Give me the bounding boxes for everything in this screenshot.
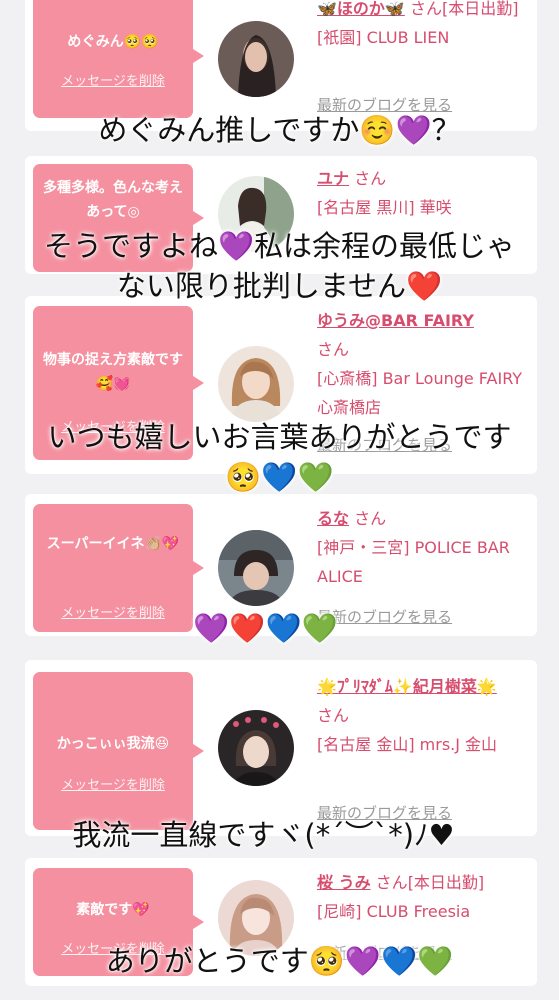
message-text: 物事の捉え方素敵です🥰💓	[43, 352, 183, 392]
latest-blog-link[interactable]: 最新のブログを見る	[317, 94, 452, 115]
message-text: 多種多様。色んな考えあって◎	[43, 180, 183, 220]
message-bubble: めぐみん🥺🥺 メッセージを削除	[33, 0, 204, 118]
avatar[interactable]	[218, 346, 294, 422]
cast-info: ゆうみ@BAR FAIRY さん [心斎橋] Bar Lounge FAIRY …	[317, 306, 531, 422]
cast-honorific: さん	[375, 873, 408, 892]
cast-info: 🌟ﾌﾟﾘﾏﾀﾞﾑ✨紀月樹菜🌟 さん [名古屋 金山] mrs.J 金山	[317, 672, 531, 759]
overlay-caption: 我流一直線ですヾ(*´︶`*)ﾉ♥	[72, 818, 455, 852]
cast-status: [本日出勤]	[407, 873, 485, 892]
cast-status: [本日出勤]	[441, 0, 519, 18]
cast-honorific: さん	[354, 509, 387, 528]
cast-info: るな さん [神戸・三宮] POLICE BAR ALICE	[317, 504, 531, 591]
cast-name[interactable]: ユナ	[317, 169, 349, 188]
message-text: スーパーイイネ👏🏼💖	[46, 536, 180, 552]
cast-info: ユナ さん [名古屋 黒川] 華咲	[317, 164, 531, 222]
cast-location: [名古屋 金山] mrs.J 金山	[317, 735, 498, 754]
cast-info: 🦋ほのか🦋 さん[本日出勤] [祇園] CLUB LIEN	[317, 0, 531, 52]
overlay-caption: 🥺💙💚	[225, 460, 334, 494]
overlay-caption: 💜❤️💙💚	[193, 611, 338, 645]
cast-location: [祇園] CLUB LIEN	[317, 28, 450, 47]
message-text: 素敵です💖	[76, 902, 150, 918]
cast-info: 桜 うみ さん[本日出勤] [尼崎] CLUB Freesia	[317, 868, 531, 926]
cast-name[interactable]: るな	[317, 509, 349, 528]
overlay-caption: ありがとうです🥺💜💙💚	[105, 944, 454, 978]
overlay-caption: ない限り批判しません❤️	[116, 269, 443, 303]
avatar[interactable]	[218, 530, 294, 606]
cast-name[interactable]: 桜 うみ	[317, 873, 371, 892]
cast-location: [尼崎] CLUB Freesia	[317, 902, 471, 921]
overlay-caption: いつも嬉しいお言葉ありがとうです	[47, 420, 512, 454]
delete-message-link[interactable]: メッセージを削除	[33, 774, 193, 793]
cast-name[interactable]: 🦋ほのか🦋	[317, 0, 405, 18]
avatar[interactable]	[218, 710, 294, 786]
cast-honorific: さん	[317, 706, 350, 725]
cast-location: [神戸・三宮] POLICE BAR ALICE	[317, 538, 510, 586]
avatar[interactable]	[218, 21, 294, 97]
overlay-caption: めぐみん推しですか☺️💜？	[98, 113, 461, 147]
message-bubble: かっこぃぃ我流😆 メッセージを削除	[33, 672, 204, 830]
message-card: かっこぃぃ我流😆 メッセージを削除 🌟ﾌﾟﾘﾏﾀﾞﾑ✨紀月樹菜🌟 さん [名古屋…	[25, 660, 537, 836]
cast-location: [名古屋 黒川] 華咲	[317, 198, 452, 217]
cast-name[interactable]: ゆうみ@BAR FAIRY	[317, 311, 474, 330]
cast-location: [心斎橋] Bar Lounge FAIRY 心斎橋店	[317, 369, 523, 417]
message-text: かっこぃぃ我流😆	[56, 736, 170, 752]
cast-honorific: さん	[354, 169, 387, 188]
cast-honorific: さん	[317, 340, 350, 359]
message-text: めぐみん🥺🥺	[67, 34, 159, 50]
cast-honorific: さん	[409, 0, 442, 18]
delete-message-link[interactable]: メッセージを削除	[33, 70, 193, 89]
overlay-caption: そうですよね💜私は余程の最低じゃ	[43, 229, 516, 263]
message-card: めぐみん🥺🥺 メッセージを削除 🦋ほのか🦋 さん[本日出勤] [祇園] CLUB…	[25, 0, 537, 131]
cast-name[interactable]: 🌟ﾌﾟﾘﾏﾀﾞﾑ✨紀月樹菜🌟	[317, 677, 497, 696]
